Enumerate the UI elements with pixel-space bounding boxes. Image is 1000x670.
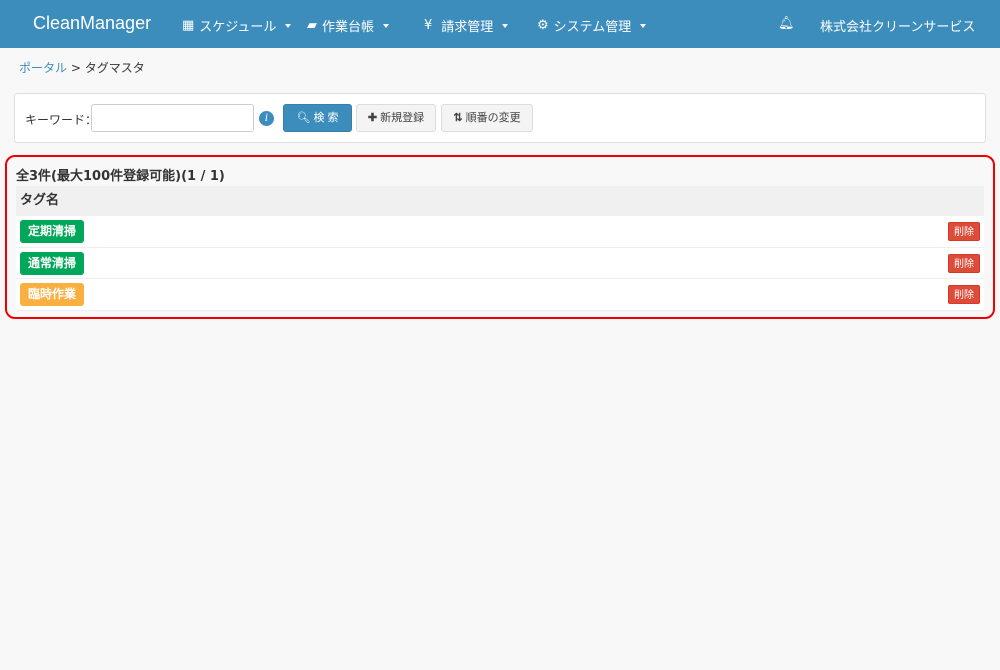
new-register-button[interactable]: ✚ 新規登録 (356, 104, 436, 132)
caret-down-icon (640, 23, 647, 28)
company-name[interactable]: 株式会社クリーンサービス (820, 16, 975, 35)
column-header-tag-name: タグ名 (16, 186, 984, 216)
yen-icon: ¥ (424, 18, 433, 33)
keyword-label: キーワード： (25, 113, 98, 127)
sort-icon: ⇅ (453, 112, 463, 124)
delete-button[interactable]: 削除 (948, 222, 980, 241)
change-order-button[interactable]: ⇅ 順番の変更 (441, 104, 533, 132)
tag-badge[interactable]: 定期清掃 (20, 220, 85, 243)
top-navbar: CleanManager ▦ スケジュール ▰ 作業台帳 ¥ 請求管理 ⚙ システム管理… (0, 0, 1000, 48)
table-row: 通常清掃 削除 (16, 247, 984, 279)
search-icon: 🔍︎ (296, 112, 311, 124)
gears-icon: ⚙ (537, 18, 549, 33)
info-icon[interactable]: i (259, 111, 274, 126)
brand-logo[interactable]: CleanManager (33, 13, 151, 34)
book-icon: ▰ (307, 18, 317, 33)
caret-down-icon (285, 23, 292, 28)
keyword-input[interactable] (91, 104, 254, 132)
caret-down-icon (502, 23, 509, 28)
table-row: 臨時作業 削除 (16, 279, 984, 311)
tag-list-panel: 全3件(最大100件登録可能)(1 / 1) タグ名 定期清掃 削除 通常清掃 削除臨… (5, 155, 995, 319)
delete-button[interactable]: 削除 (948, 285, 980, 304)
breadcrumb: ポータル > タグマスタ (19, 61, 145, 75)
plus-icon: ✚ (367, 112, 378, 124)
tag-badge[interactable]: 通常清掃 (20, 251, 85, 275)
menu-schedule[interactable]: ▦ スケジュール (182, 16, 292, 35)
menu-work-ledger[interactable]: ▰ 作業台帳 (307, 16, 390, 35)
tag-table: タグ名 定期清掃 削除 通常清掃 削除 臨時作業 削除 (16, 186, 984, 311)
bell-icon[interactable]: 🔔︎ (778, 16, 795, 31)
breadcrumb-portal[interactable]: ポータル (19, 61, 67, 75)
calendar-icon: ▦ (182, 18, 195, 33)
caret-down-icon (383, 23, 390, 28)
tag-badge[interactable]: 臨時作業 (20, 283, 85, 306)
search-button[interactable]: 🔍︎ 検 索 (283, 104, 352, 132)
menu-billing[interactable]: ¥ 請求管理 (424, 16, 509, 35)
search-panel: キーワード： i 🔍︎ 検 索 ✚ 新規登録 ⇅ 順番の変更 (14, 93, 986, 143)
delete-button[interactable]: 削除 (948, 253, 980, 273)
breadcrumb-current: タグマスタ (84, 61, 145, 75)
result-count: 全3件(最大100件登録可能)(1 / 1) (16, 169, 225, 184)
menu-system[interactable]: ⚙ システム管理 (537, 16, 647, 35)
table-row: 定期清掃 削除 (16, 216, 984, 248)
